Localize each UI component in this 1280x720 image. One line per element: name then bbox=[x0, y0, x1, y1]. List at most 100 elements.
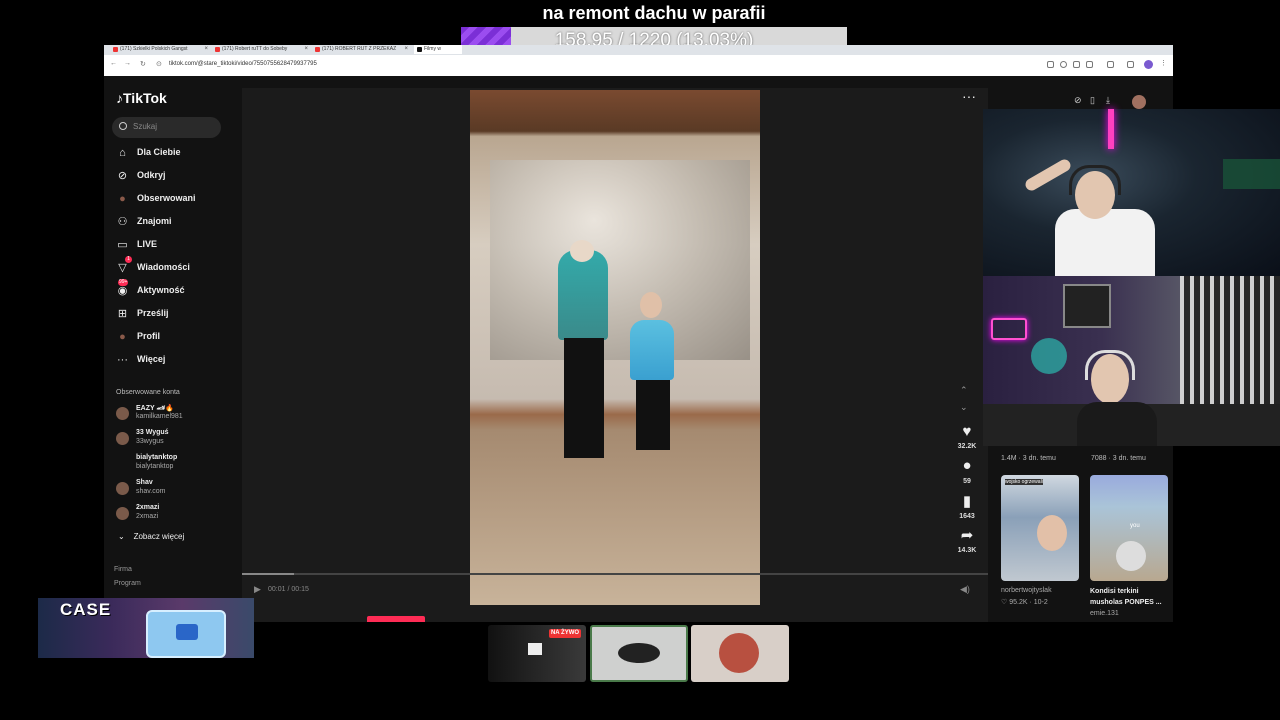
search-icon bbox=[119, 122, 127, 130]
sidebar-item-prze-lij[interactable]: ⊞ Prześlij bbox=[116, 306, 226, 324]
bookmark-icon[interactable]: ▮ bbox=[958, 492, 976, 510]
avatar bbox=[116, 407, 129, 420]
like-icon[interactable]: ♥ bbox=[958, 423, 976, 440]
comment-icon[interactable]: ● bbox=[958, 457, 976, 474]
video-author[interactable]: norbertwojtyslak bbox=[1001, 587, 1052, 594]
neon-light bbox=[1108, 109, 1114, 149]
sidebar-item-label: Obserwowani bbox=[137, 193, 196, 203]
footer-link-program[interactable]: Program bbox=[114, 580, 141, 587]
notification-badge: 1 bbox=[125, 256, 132, 263]
video-thumbnail[interactable]: wojsko ogrzewali bbox=[1001, 475, 1079, 581]
reload-icon[interactable]: ↻ bbox=[140, 60, 146, 68]
chevron-up-icon[interactable]: ⌃ bbox=[960, 385, 968, 396]
avatar bbox=[116, 482, 129, 495]
tab-title: (171) ROBERT RUT Z PRZEKAZ bbox=[322, 46, 397, 52]
back-icon[interactable]: ← bbox=[110, 60, 117, 67]
avatar bbox=[116, 432, 129, 445]
background-light bbox=[1223, 159, 1280, 189]
browser-tab-active[interactable]: Filmy w bbox=[414, 45, 462, 54]
profile-avatar-icon[interactable] bbox=[1144, 60, 1153, 69]
phone-icon[interactable]: ▯ bbox=[1090, 95, 1095, 106]
play-icon[interactable]: ▶ bbox=[254, 584, 261, 595]
zoom-icon[interactable] bbox=[1060, 61, 1067, 68]
preview-screen bbox=[528, 643, 542, 655]
close-icon[interactable]: × bbox=[304, 45, 308, 54]
browser-tab[interactable]: (171) Robert ruTT do Sobeby × bbox=[212, 45, 310, 54]
downloads-icon[interactable] bbox=[1127, 61, 1134, 68]
streamer-shirt bbox=[1077, 402, 1157, 446]
sidebar-item-label: LIVE bbox=[137, 239, 158, 249]
followed-account[interactable]: 33 Wyguś 33wygus bbox=[116, 429, 226, 451]
menu-icon[interactable]: ⋮ bbox=[1160, 59, 1167, 67]
youtube-icon bbox=[215, 47, 220, 52]
close-icon[interactable]: × bbox=[204, 45, 208, 54]
streamer-arm bbox=[1023, 157, 1073, 193]
sidebar-item-odkryj[interactable]: ⊘ Odkryj bbox=[116, 168, 226, 186]
sidebar-item-obserwowani[interactable]: ● Obserwowani bbox=[116, 191, 226, 209]
download-icon[interactable]: ⤓ bbox=[1106, 95, 1110, 106]
live-icon: ▭ bbox=[117, 239, 128, 251]
browser-tab[interactable]: (171) Szkielki Polskich Gangst × bbox=[110, 45, 210, 54]
sidebar-item-profil[interactable]: ● Profil bbox=[116, 329, 226, 347]
sidebar-item-wiadomo-ci[interactable]: ▽ 1 Wiadomości bbox=[116, 256, 226, 278]
video-progress-bar[interactable] bbox=[242, 573, 988, 575]
profile-avatar-icon[interactable] bbox=[1132, 95, 1146, 109]
close-icon[interactable]: × bbox=[404, 45, 408, 54]
tab-title: (171) Robert ruTT do Sobeby bbox=[222, 46, 288, 52]
heart-icon: ♡ bbox=[1001, 599, 1008, 606]
video-stats-text: 95.2K · 10-2 bbox=[1009, 599, 1048, 606]
followed-account[interactable]: 2xmazi 2xmazi bbox=[116, 504, 226, 526]
video-progress-fill bbox=[242, 573, 294, 575]
sidebar-item-live[interactable]: ▭ LIVE bbox=[116, 237, 226, 255]
followed-account[interactable]: Shav shav.com bbox=[116, 479, 226, 501]
tiktok-logo[interactable]: ♪TikTok bbox=[116, 90, 167, 106]
avatar-preview-card[interactable] bbox=[691, 625, 789, 682]
video-card[interactable]: 7088 · 3 dn. temu bbox=[1091, 447, 1171, 465]
streamer-shirt bbox=[1055, 209, 1155, 276]
car-preview-card[interactable] bbox=[590, 625, 688, 682]
stream-preview-card[interactable]: NA ŻYWO bbox=[488, 625, 586, 682]
coin-icon[interactable]: ⊘ bbox=[1074, 95, 1082, 106]
notification-badge: 99+ bbox=[118, 279, 129, 286]
sidebar-item-wi-cej[interactable]: ··· Więcej bbox=[116, 352, 226, 370]
browser-tab[interactable]: (171) ROBERT RUT Z PRZEKAZ × bbox=[312, 45, 410, 54]
see-more-button[interactable]: ⌄ Zobacz więcej bbox=[118, 532, 184, 541]
sidebar-item-dla-ciebie[interactable]: ⌂ Dla Ciebie bbox=[116, 145, 226, 163]
video-card[interactable]: 1.4M · 3 dn. temu bbox=[1001, 447, 1081, 465]
headset bbox=[1085, 350, 1135, 380]
follow-button[interactable] bbox=[367, 616, 425, 622]
chevron-down-icon[interactable]: ⌄ bbox=[960, 402, 968, 413]
car-image bbox=[618, 643, 660, 663]
browser-chrome: (171) Szkielki Polskich Gangst × (171) Ro… bbox=[104, 45, 1173, 76]
search-input[interactable]: Szukaj bbox=[112, 117, 221, 138]
extensions-icon[interactable] bbox=[1107, 61, 1114, 68]
followed-account[interactable]: EAZY 🏎🔥 kamilkamel981 bbox=[116, 404, 226, 426]
site-info-icon[interactable]: ⊙ bbox=[156, 60, 162, 68]
sidebar-item-aktywno-[interactable]: ◉ 99+ Aktywność bbox=[116, 279, 226, 301]
video-frame[interactable] bbox=[470, 90, 760, 605]
bookmark-icon[interactable] bbox=[1086, 61, 1093, 68]
thumbnail-caption: wojsko ogrzewali bbox=[1005, 479, 1043, 485]
youtube-icon bbox=[113, 47, 118, 52]
search-placeholder: Szukaj bbox=[133, 122, 158, 131]
crate-emblem bbox=[176, 624, 198, 640]
footer-link-company[interactable]: Firma bbox=[114, 566, 132, 573]
volume-icon[interactable]: ◀) bbox=[960, 584, 970, 595]
followed-account[interactable]: bialytanktop bialytanktop bbox=[116, 454, 226, 476]
video-thumbnail[interactable]: you bbox=[1090, 475, 1168, 581]
url-input[interactable]: tiktok.com/@stare_tiktoki/video/75507556… bbox=[169, 61, 317, 67]
account-handle: bialytanktop bbox=[136, 463, 174, 470]
activity-icon: ◉ bbox=[117, 285, 128, 297]
screenshot-icon[interactable] bbox=[1073, 61, 1080, 68]
video-title[interactable]: Kondisi terkini musholas PONPES ... bbox=[1090, 586, 1172, 608]
headset bbox=[1069, 165, 1121, 195]
profile-avatar-icon: ● bbox=[119, 331, 126, 343]
avatar bbox=[116, 507, 129, 520]
video-author[interactable]: emie.131 bbox=[1090, 610, 1119, 617]
share-icon[interactable]: ➦ bbox=[958, 526, 976, 544]
forward-icon[interactable]: → bbox=[124, 60, 131, 67]
webcam-top bbox=[983, 109, 1280, 276]
sidebar-item-znajomi[interactable]: ⚇ Znajomi bbox=[116, 214, 226, 232]
translate-icon[interactable] bbox=[1047, 61, 1054, 68]
more-options-icon[interactable]: ··· bbox=[962, 88, 976, 104]
